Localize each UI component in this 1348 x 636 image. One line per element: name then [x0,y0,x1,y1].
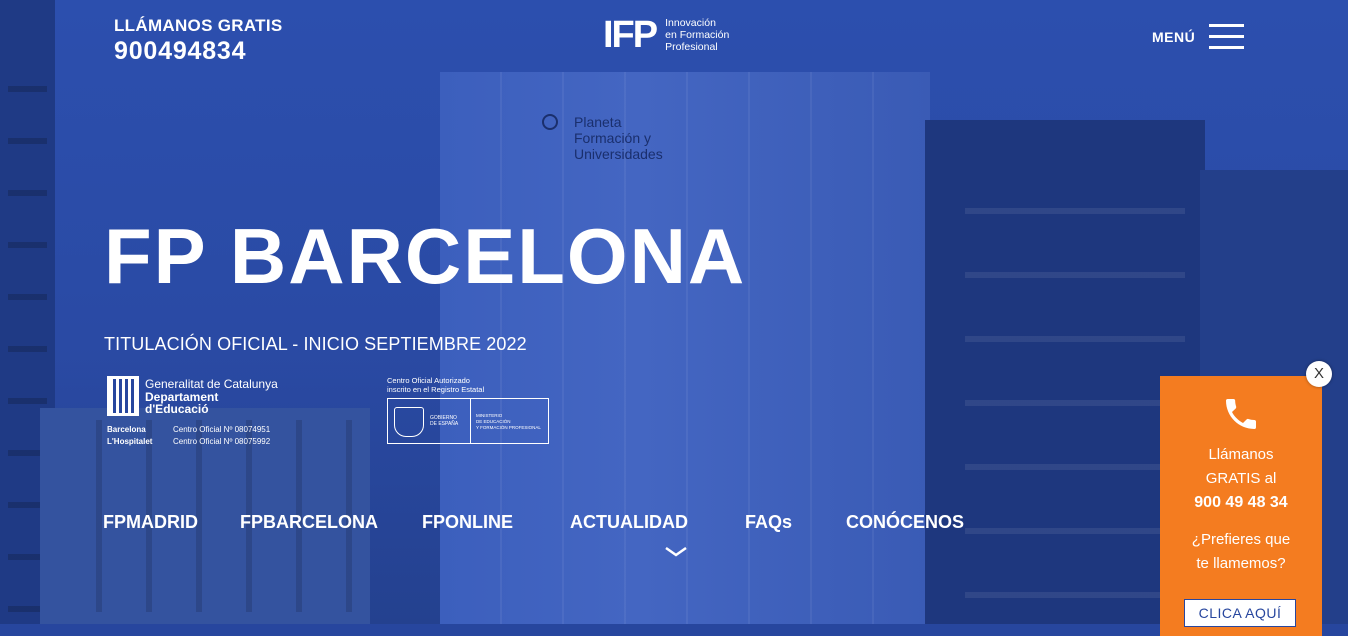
office-code: Centro Oficial Nº 08074951 [173,425,271,434]
menu-label: MENÚ [1152,29,1196,45]
call-widget-text: Llámanos GRATIS al 900 49 48 34 [1160,443,1322,515]
nav-item-actualidad[interactable]: ACTUALIDAD [570,512,688,533]
building-sign: Planeta Formación y Universidades [542,114,702,162]
callback-question: ¿Prefieres que te llamemos? [1160,528,1322,576]
generalitat-line1: Generalitat de Catalunya [145,377,278,391]
spain-shield-icon [394,407,424,437]
nav-item-fpmadrid[interactable]: FPMADRID [103,512,198,533]
office-list: Barcelona Centro Oficial Nº 08074951 L'Ho… [107,424,270,448]
generalitat-names: Generalitat de Catalunya Departament d'E… [145,378,278,416]
ministerio-text: MINISTERIO DE EDUCACIÓN Y FORMACIÓN PROF… [476,413,541,430]
call-free-label: LLÁMANOS GRATIS [114,16,283,35]
page-subtitle: TITULACIÓN OFICIAL - INICIO SEPTIEMBRE 2… [104,334,527,354]
office-row: Barcelona Centro Oficial Nº 08074951 [107,424,270,436]
callback-button[interactable]: CLICA AQUÍ [1184,599,1296,627]
office-city: Barcelona [107,425,146,434]
ministry-badge: Centro Oficial Autorizado inscrito en el… [387,376,549,444]
office-code: Centro Oficial Nº 08075992 [173,437,271,446]
callback-question-line2: te llamemos? [1196,555,1286,572]
office-city: L'Hospitalet [107,437,153,446]
logo-mark: IFP [603,14,658,56]
nav-item-faqs[interactable]: FAQs [745,512,792,533]
ministry-logo: GOBIERNO DE ESPAÑA MINISTERIO DE EDUCACI… [387,398,549,444]
page-title: FP BARCELONA [104,212,747,300]
header-phone[interactable]: LLÁMANOS GRATIS 900494834 [114,16,283,66]
globe-icon [542,114,558,130]
ministry-divider [470,399,471,443]
gobierno-text: GOBIERNO DE ESPAÑA [430,415,459,427]
callback-question-line1: ¿Prefieres que [1191,531,1291,548]
generalitat-crest-icon [107,376,139,416]
call-widget-number[interactable]: 900 49 48 34 [1194,494,1287,511]
header-phone-number[interactable]: 900494834 [114,37,283,66]
nav-item-conocenos[interactable]: CONÓCENOS [846,512,964,533]
close-widget-button[interactable]: X [1306,361,1332,387]
hamburger-icon[interactable] [1209,24,1245,50]
call-widget: Llámanos GRATIS al 900 49 48 34 ¿Prefier… [1160,376,1322,636]
office-row: L'Hospitalet Centro Oficial Nº 08075992 [107,436,270,448]
generalitat-line3: d'Educació [145,402,209,416]
call-widget-line2: GRATIS al [1205,470,1277,487]
nav-item-fpbarcelona[interactable]: FPBARCELONA [240,512,378,533]
phone-icon [1226,399,1256,429]
ministry-caption: Centro Oficial Autorizado inscrito en el… [387,376,485,394]
call-widget-line1: Llámanos [1208,446,1274,463]
building-sign-text: Planeta Formación y Universidades [574,114,663,162]
ifp-logo[interactable]: IFP Innovación en Formación Profesional [603,16,729,54]
menu-button[interactable]: MENÚ [1152,24,1245,50]
nav-item-fponline[interactable]: FPONLINE [422,512,513,533]
logo-text: Innovación en Formación Profesional [665,17,730,53]
chevron-down-icon[interactable] [665,547,687,557]
